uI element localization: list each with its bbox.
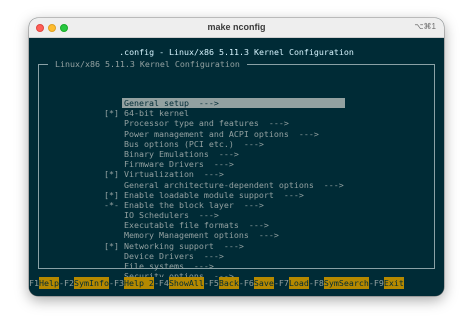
- function-key-9[interactable]: -F9 Exit: [368, 277, 404, 289]
- function-key-id: -F3: [108, 277, 124, 289]
- function-key-id: -F2: [58, 277, 74, 289]
- window-title: make nconfig: [207, 22, 266, 32]
- menu-item[interactable]: Executable file formats --->: [104, 220, 424, 230]
- function-key-id: -F5: [203, 277, 219, 289]
- function-key-label: Help: [39, 277, 59, 289]
- menu-item-prefix: [104, 129, 122, 139]
- menu-item-label: General setup --->: [122, 98, 345, 109]
- menu-item[interactable]: [*] Enable loadable module support --->: [104, 190, 424, 200]
- menu-item-label: Firmware Drivers --->: [124, 159, 234, 170]
- function-key-label: Load: [288, 277, 309, 289]
- menu-item-label: Memory Management options --->: [124, 230, 279, 241]
- function-key-3[interactable]: -F3 Help 2: [108, 277, 154, 289]
- menu-item-prefix: [104, 159, 122, 169]
- function-key-id: -F4: [153, 277, 169, 289]
- function-key-label: SymInfo: [73, 277, 109, 289]
- menu-item-prefix: [104, 251, 122, 261]
- function-key-label: Back: [218, 277, 239, 289]
- config-title: .config - Linux/x86 5.11.3 Kernel Config…: [119, 47, 354, 57]
- function-key-bar: F1 Help -F2 SymInfo -F3 Help 2 -F4 ShowAll -F5 Ba…: [29, 277, 444, 289]
- menu-item-label: Power management and ACPI options --->: [124, 128, 319, 139]
- menu-item[interactable]: Processor type and features --->: [104, 118, 424, 128]
- function-key-id: -F9: [368, 277, 384, 289]
- menu-item-label: Device Drivers --->: [124, 250, 224, 261]
- function-key-1[interactable]: F1 Help: [29, 277, 59, 289]
- menu-item-label: Networking support --->: [124, 240, 244, 251]
- menu-item-prefix: [104, 210, 122, 220]
- menu-item-label: 64-bit kernel: [124, 108, 189, 119]
- function-key-label: Save: [253, 277, 274, 289]
- menu-item-prefix: [104, 149, 122, 159]
- function-key-label: Help 2: [123, 277, 154, 289]
- menu-item[interactable]: General setup --->: [104, 98, 424, 109]
- menu-item-label: Virtualization --->: [124, 169, 224, 180]
- menu-item-label: Processor type and features --->: [124, 118, 289, 129]
- menu-item-prefix: [104, 261, 122, 271]
- menu-item-prefix: [104, 180, 122, 190]
- function-key-id: F1: [29, 277, 39, 289]
- frame-title: Linux/x86 5.11.3 Kernel Configuration: [48, 59, 247, 69]
- menu-item[interactable]: General architecture-dependent options -…: [104, 180, 424, 190]
- function-key-6[interactable]: -F6 Save: [238, 277, 274, 289]
- menu-item[interactable]: -*- Enable the block layer --->: [104, 200, 424, 210]
- menu-item[interactable]: [*] Networking support --->: [104, 241, 424, 251]
- menu-item-label: Enable loadable module support --->: [124, 189, 304, 200]
- function-key-4[interactable]: -F4 ShowAll: [153, 277, 204, 289]
- menu-item-prefix: [104, 118, 122, 128]
- menu-item[interactable]: Device Drivers --->: [104, 251, 424, 261]
- function-key-7[interactable]: -F7 Load: [273, 277, 309, 289]
- menu-item-prefix: [*]: [104, 169, 119, 180]
- terminal-window: make nconfig ⌥⌘1 .config - Linux/x86 5.1…: [29, 18, 444, 296]
- menu-item-label: IO Schedulers --->: [124, 210, 219, 221]
- menu-item-label: General architecture-dependent options -…: [124, 179, 344, 190]
- menu-item-label: Executable file formats --->: [124, 220, 269, 231]
- menu-item-label: Binary Emulations --->: [124, 148, 239, 159]
- menu-item[interactable]: Power management and ACPI options --->: [104, 129, 424, 139]
- menu-item-prefix: -*-: [104, 199, 119, 210]
- function-key-id: -F7: [273, 277, 289, 289]
- function-key-id: -F8: [308, 277, 324, 289]
- menu-item[interactable]: [*] Virtualization --->: [104, 169, 424, 179]
- window-shortcut: ⌥⌘1: [414, 22, 436, 31]
- function-key-id: -F6: [238, 277, 254, 289]
- function-key-2[interactable]: -F2 SymInfo: [58, 277, 109, 289]
- menu-item[interactable]: Bus options (PCI etc.) --->: [104, 139, 424, 149]
- menu-item-prefix: [*]: [104, 240, 119, 251]
- menu-item[interactable]: Binary Emulations --->: [104, 149, 424, 159]
- menu-item-prefix: [104, 220, 122, 230]
- function-key-8[interactable]: -F8 SymSearch: [308, 277, 369, 289]
- config-menu: General setup ---> [*] 64-bit kernel Proces…: [104, 98, 424, 281]
- menu-item-label: File systems --->: [124, 261, 214, 271]
- menu-item-label: Bus options (PCI etc.) --->: [124, 138, 264, 149]
- menu-item[interactable]: IO Schedulers --->: [104, 210, 424, 220]
- menu-item-label: Enable the block layer --->: [124, 199, 264, 210]
- menu-item-prefix: [104, 139, 122, 149]
- menu-item-prefix: [104, 98, 122, 108]
- function-key-5[interactable]: -F5 Back: [203, 277, 239, 289]
- menu-item[interactable]: Firmware Drivers --->: [104, 159, 424, 169]
- terminal-content[interactable]: .config - Linux/x86 5.11.3 Kernel Config…: [29, 38, 444, 296]
- menu-item[interactable]: [*] 64-bit kernel: [104, 108, 424, 118]
- menu-item-prefix: [*]: [104, 189, 119, 200]
- title-bar[interactable]: make nconfig ⌥⌘1: [29, 18, 444, 38]
- menu-item[interactable]: File systems --->: [104, 261, 424, 271]
- menu-item-prefix: [*]: [104, 108, 119, 119]
- function-key-label: SymSearch: [323, 277, 369, 289]
- menu-item[interactable]: Memory Management options --->: [104, 230, 424, 240]
- function-key-label: Exit: [383, 277, 404, 289]
- function-key-label: ShowAll: [168, 277, 204, 289]
- menu-item-prefix: [104, 230, 122, 240]
